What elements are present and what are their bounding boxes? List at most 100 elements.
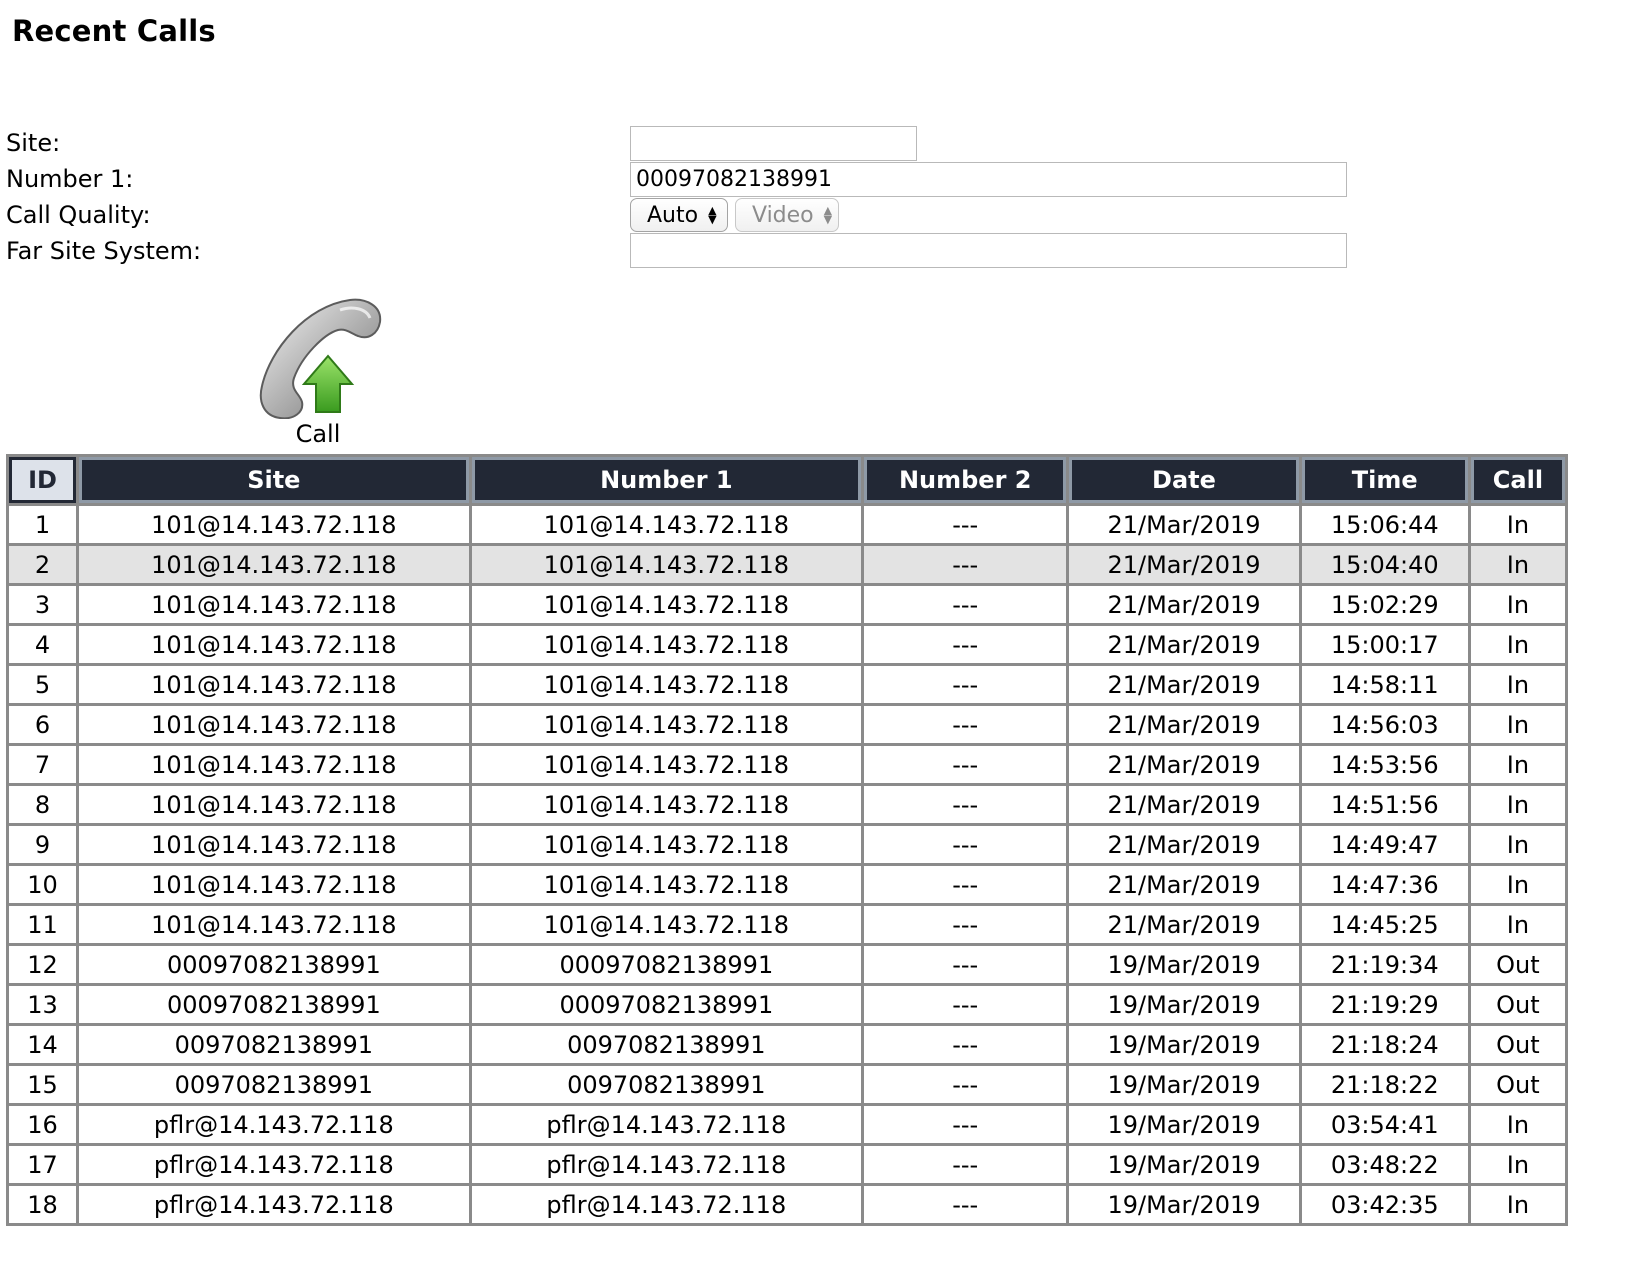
table-row[interactable]: 16 pflr@14.143.72.118 pflr@14.143.72.118 --… xyxy=(9,1106,1565,1143)
cell-call: Out xyxy=(1470,946,1565,983)
cell-id: 7 xyxy=(9,746,77,783)
cell-call: In xyxy=(1470,546,1565,583)
cell-date: 21/Mar/2019 xyxy=(1069,586,1299,623)
table-row[interactable]: 3 101@14.143.72.118 101@14.143.72.118 --- 21… xyxy=(9,586,1565,623)
table-row[interactable]: 17 pflr@14.143.72.118 pflr@14.143.72.118 --… xyxy=(9,1146,1565,1183)
cell-site: 101@14.143.72.118 xyxy=(79,786,469,823)
column-header-number2[interactable]: Number 2 xyxy=(864,457,1067,503)
cell-number1: 101@14.143.72.118 xyxy=(471,786,862,823)
cell-id: 1 xyxy=(9,506,77,543)
number1-input[interactable] xyxy=(630,162,1347,197)
table-header-row: ID Site Number 1 Number 2 Date Time Call xyxy=(9,457,1565,503)
cell-call: In xyxy=(1470,826,1565,863)
table-row[interactable]: 6 101@14.143.72.118 101@14.143.72.118 --- 21… xyxy=(9,706,1565,743)
cell-number2: --- xyxy=(864,906,1067,943)
cell-number1: 101@14.143.72.118 xyxy=(471,666,862,703)
column-header-site[interactable]: Site xyxy=(79,457,469,503)
table-row[interactable]: 9 101@14.143.72.118 101@14.143.72.118 --- 21… xyxy=(9,826,1565,863)
cell-call: In xyxy=(1470,786,1565,823)
call-quality-select[interactable]: Auto ▲ ▼ xyxy=(630,198,728,232)
cell-number2: --- xyxy=(864,746,1067,783)
cell-time: 03:54:41 xyxy=(1301,1106,1468,1143)
table-row[interactable]: 1 101@14.143.72.118 101@14.143.72.118 --- 21… xyxy=(9,506,1565,543)
cell-number1: 101@14.143.72.118 xyxy=(471,586,862,623)
table-row[interactable]: 14 0097082138991 0097082138991 --- 19/Mar/20… xyxy=(9,1026,1565,1063)
cell-date: 21/Mar/2019 xyxy=(1069,746,1299,783)
cell-call: In xyxy=(1470,1146,1565,1183)
column-header-number1[interactable]: Number 1 xyxy=(471,457,862,503)
table-row[interactable]: 10 101@14.143.72.118 101@14.143.72.118 --- 2… xyxy=(9,866,1565,903)
cell-site: 00097082138991 xyxy=(79,946,469,983)
cell-date: 21/Mar/2019 xyxy=(1069,866,1299,903)
cell-date: 21/Mar/2019 xyxy=(1069,786,1299,823)
cell-time: 03:48:22 xyxy=(1301,1146,1468,1183)
cell-site: 0097082138991 xyxy=(79,1066,469,1103)
call-button[interactable]: Call xyxy=(248,292,388,452)
cell-date: 21/Mar/2019 xyxy=(1069,906,1299,943)
column-header-time[interactable]: Time xyxy=(1301,457,1468,503)
cell-site: 101@14.143.72.118 xyxy=(79,506,469,543)
cell-number2: --- xyxy=(864,1186,1067,1223)
column-header-call[interactable]: Call xyxy=(1470,457,1565,503)
cell-number2: --- xyxy=(864,1146,1067,1183)
cell-number2: --- xyxy=(864,986,1067,1023)
cell-number1: 00097082138991 xyxy=(471,986,862,1023)
cell-number2: --- xyxy=(864,506,1067,543)
cell-time: 03:42:35 xyxy=(1301,1186,1468,1223)
call-type-value: Video xyxy=(752,202,814,228)
cell-date: 19/Mar/2019 xyxy=(1069,946,1299,983)
cell-site: 101@14.143.72.118 xyxy=(79,826,469,863)
cell-date: 21/Mar/2019 xyxy=(1069,506,1299,543)
cell-number2: --- xyxy=(864,826,1067,863)
cell-id: 11 xyxy=(9,906,77,943)
cell-id: 10 xyxy=(9,866,77,903)
cell-site: 0097082138991 xyxy=(79,1026,469,1063)
cell-time: 14:53:56 xyxy=(1301,746,1468,783)
table-row[interactable]: 7 101@14.143.72.118 101@14.143.72.118 --- 21… xyxy=(9,746,1565,783)
cell-number2: --- xyxy=(864,946,1067,983)
table-row[interactable]: 8 101@14.143.72.118 101@14.143.72.118 --- 21… xyxy=(9,786,1565,823)
cell-date: 19/Mar/2019 xyxy=(1069,1066,1299,1103)
number1-label: Number 1: xyxy=(6,165,134,193)
cell-time: 15:04:40 xyxy=(1301,546,1468,583)
table-row[interactable]: 2 101@14.143.72.118 101@14.143.72.118 --- 21… xyxy=(9,546,1565,583)
table-row[interactable]: 15 0097082138991 0097082138991 --- 19/Mar/20… xyxy=(9,1066,1565,1103)
far-site-input[interactable] xyxy=(630,233,1347,268)
cell-call: In xyxy=(1470,666,1565,703)
table-row[interactable]: 12 00097082138991 00097082138991 --- 19/Mar/… xyxy=(9,946,1565,983)
cell-number1: 0097082138991 xyxy=(471,1066,862,1103)
cell-date: 21/Mar/2019 xyxy=(1069,666,1299,703)
cell-date: 19/Mar/2019 xyxy=(1069,986,1299,1023)
cell-id: 13 xyxy=(9,986,77,1023)
cell-id: 5 xyxy=(9,666,77,703)
cell-id: 18 xyxy=(9,1186,77,1223)
table-row[interactable]: 4 101@14.143.72.118 101@14.143.72.118 --- 21… xyxy=(9,626,1565,663)
column-header-date[interactable]: Date xyxy=(1069,457,1299,503)
cell-call: In xyxy=(1470,626,1565,663)
table-row[interactable]: 18 pflr@14.143.72.118 pflr@14.143.72.118 --… xyxy=(9,1186,1565,1223)
cell-time: 15:00:17 xyxy=(1301,626,1468,663)
cell-time: 21:19:29 xyxy=(1301,986,1468,1023)
cell-time: 14:45:25 xyxy=(1301,906,1468,943)
cell-site: 101@14.143.72.118 xyxy=(79,746,469,783)
site-input[interactable] xyxy=(630,126,917,161)
column-header-id[interactable]: ID xyxy=(9,457,77,503)
cell-number2: --- xyxy=(864,586,1067,623)
cell-number2: --- xyxy=(864,786,1067,823)
table-row[interactable]: 13 00097082138991 00097082138991 --- 19/Mar/… xyxy=(9,986,1565,1023)
cell-date: 21/Mar/2019 xyxy=(1069,826,1299,863)
cell-time: 15:02:29 xyxy=(1301,586,1468,623)
cell-number1: pflr@14.143.72.118 xyxy=(471,1106,862,1143)
cell-id: 3 xyxy=(9,586,77,623)
cell-time: 14:56:03 xyxy=(1301,706,1468,743)
cell-date: 21/Mar/2019 xyxy=(1069,706,1299,743)
cell-time: 14:58:11 xyxy=(1301,666,1468,703)
cell-number1: 101@14.143.72.118 xyxy=(471,706,862,743)
cell-site: 101@14.143.72.118 xyxy=(79,666,469,703)
table-row[interactable]: 5 101@14.143.72.118 101@14.143.72.118 --- 21… xyxy=(9,666,1565,703)
cell-number2: --- xyxy=(864,666,1067,703)
table-row[interactable]: 11 101@14.143.72.118 101@14.143.72.118 --- 2… xyxy=(9,906,1565,943)
cell-site: 101@14.143.72.118 xyxy=(79,906,469,943)
cell-number2: --- xyxy=(864,706,1067,743)
cell-number1: 101@14.143.72.118 xyxy=(471,746,862,783)
